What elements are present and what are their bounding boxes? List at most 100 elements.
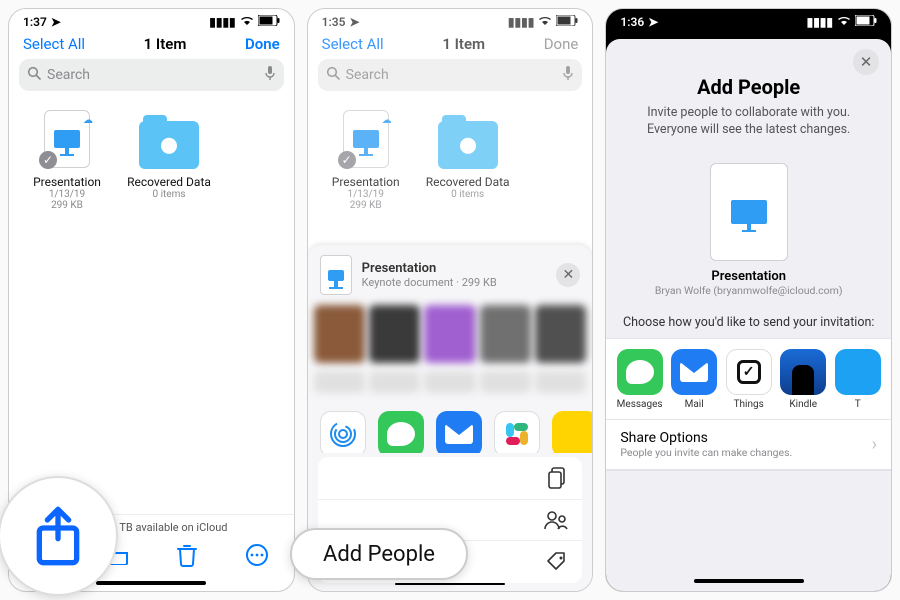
invite-app-messages[interactable]: Messages xyxy=(616,349,663,410)
chevron-right-icon: › xyxy=(872,434,877,455)
search-icon xyxy=(27,66,41,84)
share-apps-row: AirDrop Messages Mail Slack Sn xyxy=(308,401,593,453)
share-options-row[interactable]: Share Options People you invite can make… xyxy=(606,419,891,470)
share-app-airdrop[interactable]: AirDrop xyxy=(320,411,366,453)
done-button[interactable]: Done xyxy=(544,35,579,53)
selected-check-icon: ✓ xyxy=(39,151,57,169)
dictate-icon[interactable] xyxy=(264,65,276,85)
document-name: Presentation xyxy=(606,269,891,284)
nav-title: 1 Item xyxy=(442,35,485,53)
share-contacts-row-2[interactable] xyxy=(308,371,593,401)
nav-bar: Select All 1 Item Done xyxy=(9,31,294,59)
invite-apps-row: Messages Mail Things Kindle xyxy=(606,339,891,420)
cloud-download-icon: ☁︎ xyxy=(382,115,392,126)
mail-icon xyxy=(436,411,482,453)
battery-icon xyxy=(855,15,877,29)
share-header: Presentation Keynote document · 299 KB ✕ xyxy=(308,245,593,305)
things-icon xyxy=(726,349,772,395)
file-items-count: 0 items xyxy=(152,189,185,200)
action-copy[interactable] xyxy=(318,457,583,500)
wifi-icon xyxy=(240,15,254,29)
battery-icon xyxy=(258,15,280,29)
share-app-messages[interactable]: Messages xyxy=(378,411,424,453)
app-label: Kindle xyxy=(789,399,817,410)
invite-app-things[interactable]: Things xyxy=(725,349,772,410)
screen-share-sheet: 1:35 ➤ ▮▮▮▮ Select All 1 Item Done Sea xyxy=(307,8,594,592)
modal-close-button[interactable]: ✕ xyxy=(853,49,879,75)
signal-icon: ▮▮▮▮ xyxy=(807,15,833,29)
share-options-sub: People you invite can make changes. xyxy=(620,446,792,459)
file-date: 1/13/19 xyxy=(49,189,85,200)
file-name: Presentation xyxy=(332,175,400,189)
signal-icon: ▮▮▮▮ xyxy=(209,15,235,29)
search-input[interactable]: Search xyxy=(318,59,583,91)
callout-add-people: Add People xyxy=(290,528,468,580)
invite-app-kindle[interactable]: Kindle xyxy=(780,349,827,410)
messages-icon xyxy=(378,411,424,453)
home-indicator[interactable] xyxy=(694,579,804,583)
app-icon-partial xyxy=(552,411,593,453)
trash-button[interactable] xyxy=(177,543,197,572)
app-label: Things xyxy=(734,399,764,410)
invite-app-mail[interactable]: Mail xyxy=(671,349,718,410)
share-app-slack[interactable]: Slack xyxy=(494,411,540,453)
messages-icon xyxy=(617,349,663,395)
file-item-presentation[interactable]: ☁︎ ✓ Presentation 1/13/19 299 KB xyxy=(25,109,109,211)
search-input[interactable]: Search xyxy=(19,59,284,91)
folder-icon xyxy=(139,121,199,169)
location-icon: ➤ xyxy=(648,15,658,29)
home-indicator[interactable] xyxy=(395,583,505,585)
share-doc-sub: Keynote document · 299 KB xyxy=(362,276,497,289)
home-indicator[interactable] xyxy=(96,581,206,585)
location-icon: ➤ xyxy=(51,15,61,29)
file-item-recovered-data[interactable]: Recovered Data 0 items xyxy=(426,109,510,211)
file-grid: ☁︎ ✓ Presentation 1/13/19 299 KB Recover… xyxy=(308,99,593,221)
modal-title: Add People xyxy=(628,75,869,99)
share-doc-title: Presentation xyxy=(362,261,497,276)
invite-method-label: Choose how you'd like to send your invit… xyxy=(606,315,891,330)
share-document-thumbnail xyxy=(320,255,352,295)
slack-icon xyxy=(494,411,540,453)
callout-label: Add People xyxy=(323,542,435,567)
location-icon: ➤ xyxy=(350,15,360,29)
search-placeholder: Search xyxy=(346,67,389,83)
dictate-icon[interactable] xyxy=(562,65,574,85)
share-close-button[interactable]: ✕ xyxy=(556,263,580,287)
app-label: T xyxy=(855,399,861,410)
select-all-button[interactable]: Select All xyxy=(322,35,384,53)
file-size: 299 KB xyxy=(350,200,382,211)
select-all-button[interactable]: Select All xyxy=(23,35,85,53)
file-item-recovered-data[interactable]: Recovered Data 0 items xyxy=(127,109,211,211)
kindle-icon xyxy=(780,349,826,395)
file-size: 299 KB xyxy=(51,200,83,211)
screen-add-people-modal: 1:36 ➤ ▮▮▮▮ ✕ Add People Invite people t… xyxy=(605,8,892,592)
add-people-modal: ✕ Add People Invite people to collaborat… xyxy=(606,39,891,591)
share-app-mail[interactable]: Mail xyxy=(436,411,482,453)
signal-icon: ▮▮▮▮ xyxy=(508,15,534,29)
share-contacts-row[interactable] xyxy=(308,305,593,371)
done-button[interactable]: Done xyxy=(245,35,280,53)
file-name: Recovered Data xyxy=(127,175,211,189)
modal-description: Invite people to collaborate with you. E… xyxy=(628,105,869,139)
invite-app-more[interactable]: T xyxy=(834,349,881,410)
status-time: 1:36 xyxy=(620,15,644,29)
status-time: 1:37 xyxy=(23,15,47,29)
share-app-more[interactable]: Sn xyxy=(552,411,593,453)
file-items-count: 0 items xyxy=(451,189,484,200)
nav-title: 1 Item xyxy=(144,35,187,53)
search-placeholder: Search xyxy=(47,67,90,83)
airdrop-icon xyxy=(320,411,366,453)
status-bar: 1:36 ➤ ▮▮▮▮ xyxy=(606,9,891,31)
nav-bar: Select All 1 Item Done xyxy=(308,31,593,59)
status-bar: 1:37 ➤ ▮▮▮▮ xyxy=(9,9,294,31)
file-item-presentation[interactable]: ☁︎ ✓ Presentation 1/13/19 299 KB xyxy=(324,109,408,211)
selected-check-icon: ✓ xyxy=(338,151,356,169)
app-icon-partial xyxy=(835,349,881,395)
file-name: Presentation xyxy=(33,175,101,189)
app-label: Messages xyxy=(617,399,663,410)
status-time: 1:35 xyxy=(322,15,346,29)
mail-icon xyxy=(671,349,717,395)
more-button[interactable] xyxy=(245,543,269,572)
folder-icon xyxy=(438,121,498,169)
search-icon xyxy=(326,66,340,84)
